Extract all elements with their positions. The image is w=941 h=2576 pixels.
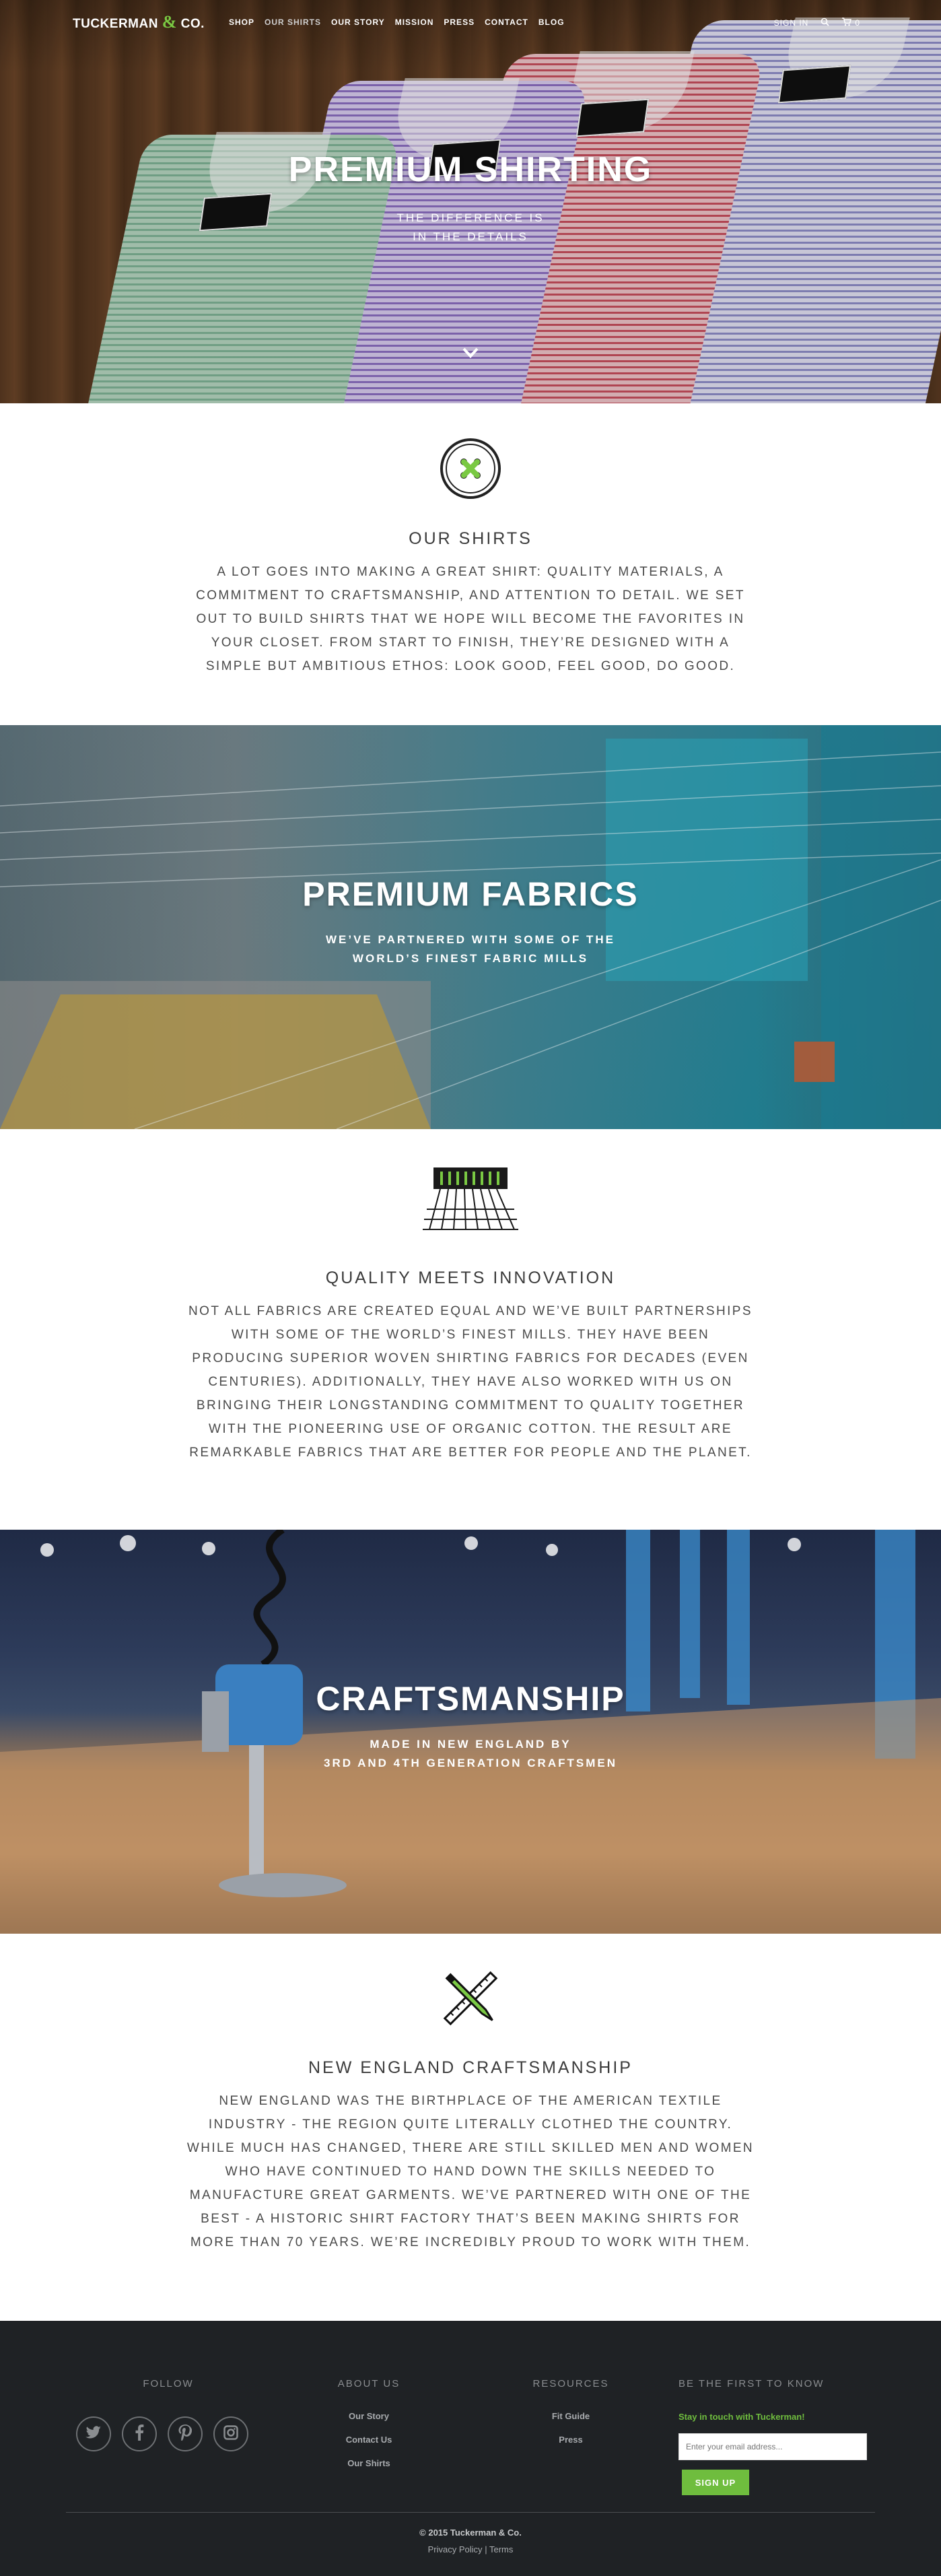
instagram-link[interactable] bbox=[213, 2416, 248, 2451]
footer-link-our-story[interactable]: Our Story bbox=[308, 2411, 429, 2421]
shirts-body: A LOT GOES INTO MAKING A GREAT SHIRT: QU… bbox=[196, 565, 745, 673]
shirts-heading: OUR SHIRTS bbox=[409, 529, 532, 548]
footer-divider bbox=[66, 2512, 875, 2513]
newsletter-email-input[interactable] bbox=[678, 2433, 867, 2460]
hero-subtitle: THE DIFFERENCE IS IN THE DETAILS bbox=[0, 209, 941, 246]
new-england-heading: NEW ENGLAND CRAFTSMANSHIP bbox=[308, 2058, 633, 2077]
cart-icon bbox=[841, 18, 852, 28]
footer-newsletter-title: BE THE FIRST TO KNOW bbox=[678, 2378, 825, 2389]
innovation-icon-wrap bbox=[0, 1162, 941, 1240]
craft-icon-wrap bbox=[0, 1965, 941, 2035]
logo-text: CO. bbox=[180, 17, 205, 31]
twitter-link[interactable] bbox=[76, 2416, 111, 2451]
footer-follow-title: FOLLOW bbox=[143, 2378, 194, 2389]
logo-text: TUCKERMAN bbox=[73, 17, 158, 31]
fabrics-banner: PREMIUM FABRICS WE’VE PARTNERED WITH SOM… bbox=[0, 725, 941, 1129]
button-icon bbox=[438, 436, 503, 504]
privacy-link[interactable]: Privacy Policy bbox=[428, 2544, 483, 2554]
loom-illustration bbox=[0, 725, 941, 1129]
nav-press[interactable]: PRESS bbox=[444, 18, 475, 27]
footer-resources-title: RESOURCES bbox=[532, 2378, 609, 2389]
craft-banner: CRAFTSMANSHIP MADE IN NEW ENGLAND BY 3RD… bbox=[0, 1530, 941, 1934]
nav-contact[interactable]: CONTACT bbox=[485, 18, 528, 27]
craft-title: CRAFTSMANSHIP bbox=[316, 1680, 625, 1718]
signup-button[interactable]: SIGN UP bbox=[682, 2470, 749, 2495]
factory-illustration bbox=[0, 1530, 941, 1934]
fabrics-subtitle-line: WORLD’S FINEST FABRIC MILLS bbox=[352, 952, 589, 965]
footer-link-our-shirts[interactable]: Our Shirts bbox=[308, 2458, 429, 2468]
instagram-icon bbox=[223, 2425, 238, 2443]
facebook-icon bbox=[135, 2424, 144, 2444]
footer-link-contact-us[interactable]: Contact Us bbox=[308, 2435, 429, 2445]
nav-links: SHOP OUR SHIRTS OUR STORY MISSION PRESS … bbox=[229, 18, 565, 27]
pinterest-link[interactable] bbox=[168, 2416, 203, 2451]
nav-blog[interactable]: BLOG bbox=[538, 18, 565, 27]
top-nav: TUCKERMAN & CO. SHOP OUR SHIRTS OUR STOR… bbox=[0, 0, 941, 42]
craft-subtitle-line: 3RD AND 4TH GENERATION CRAFTSMEN bbox=[323, 1757, 617, 1769]
shirts-icon-wrap bbox=[0, 436, 941, 504]
fabrics-title: PREMIUM FABRICS bbox=[302, 875, 639, 913]
logo[interactable]: TUCKERMAN & CO. bbox=[73, 12, 205, 32]
footer-link-press[interactable]: Press bbox=[510, 2435, 631, 2445]
new-england-body: NEW ENGLAND WAS THE BIRTHPLACE OF THE AM… bbox=[186, 2094, 755, 2249]
sign-in-link[interactable]: SIGN IN bbox=[774, 18, 809, 28]
terms-link[interactable]: Terms bbox=[489, 2544, 513, 2554]
fabrics-subtitle: WE’VE PARTNERED WITH SOME OF THE WORLD’S… bbox=[0, 930, 941, 968]
chevron-down-icon[interactable] bbox=[460, 342, 481, 364]
pinterest-icon bbox=[178, 2424, 193, 2444]
legal-links: Privacy Policy | Terms bbox=[0, 2544, 941, 2554]
innovation-body: NOT ALL FABRICS ARE CREATED EQUAL AND WE… bbox=[188, 1304, 753, 1460]
copyright: © 2015 Tuckerman & Co. bbox=[419, 2528, 522, 2538]
craft-subtitle-line: MADE IN NEW ENGLAND BY bbox=[370, 1738, 571, 1751]
search-icon[interactable] bbox=[821, 18, 829, 28]
innovation-heading: QUALITY MEETS INNOVATION bbox=[325, 1268, 616, 1287]
nav-mission[interactable]: MISSION bbox=[395, 18, 434, 27]
logo-ampersand: & bbox=[162, 12, 177, 32]
fabric-swatch-icon bbox=[420, 1162, 521, 1240]
nav-utilities: SIGN IN 0 bbox=[774, 18, 860, 28]
fabrics-subtitle-line: WE’VE PARTNERED WITH SOME OF THE bbox=[325, 933, 616, 946]
cart-link[interactable]: 0 bbox=[841, 18, 860, 28]
nav-shop[interactable]: SHOP bbox=[229, 18, 254, 27]
hero-subtitle-line: THE DIFFERENCE IS bbox=[396, 211, 545, 224]
newsletter-text: Stay in touch with Tuckerman! bbox=[678, 2412, 805, 2422]
nav-our-story[interactable]: OUR STORY bbox=[331, 18, 385, 27]
facebook-link[interactable] bbox=[122, 2416, 157, 2451]
craft-subtitle: MADE IN NEW ENGLAND BY 3RD AND 4TH GENER… bbox=[0, 1735, 941, 1773]
needle-ruler-icon bbox=[437, 1965, 504, 2035]
cart-count: 0 bbox=[855, 18, 860, 28]
hero-section: TUCKERMAN & CO. SHOP OUR SHIRTS OUR STOR… bbox=[0, 0, 941, 403]
hero-subtitle-line: IN THE DETAILS bbox=[413, 230, 528, 243]
twitter-icon bbox=[85, 2425, 102, 2443]
legal-separator: | bbox=[485, 2544, 487, 2554]
hero-title: PREMIUM SHIRTING bbox=[288, 150, 653, 189]
footer-link-fit-guide[interactable]: Fit Guide bbox=[510, 2411, 631, 2421]
footer-about-title: ABOUT US bbox=[337, 2378, 400, 2389]
nav-our-shirts[interactable]: OUR SHIRTS bbox=[265, 18, 321, 27]
